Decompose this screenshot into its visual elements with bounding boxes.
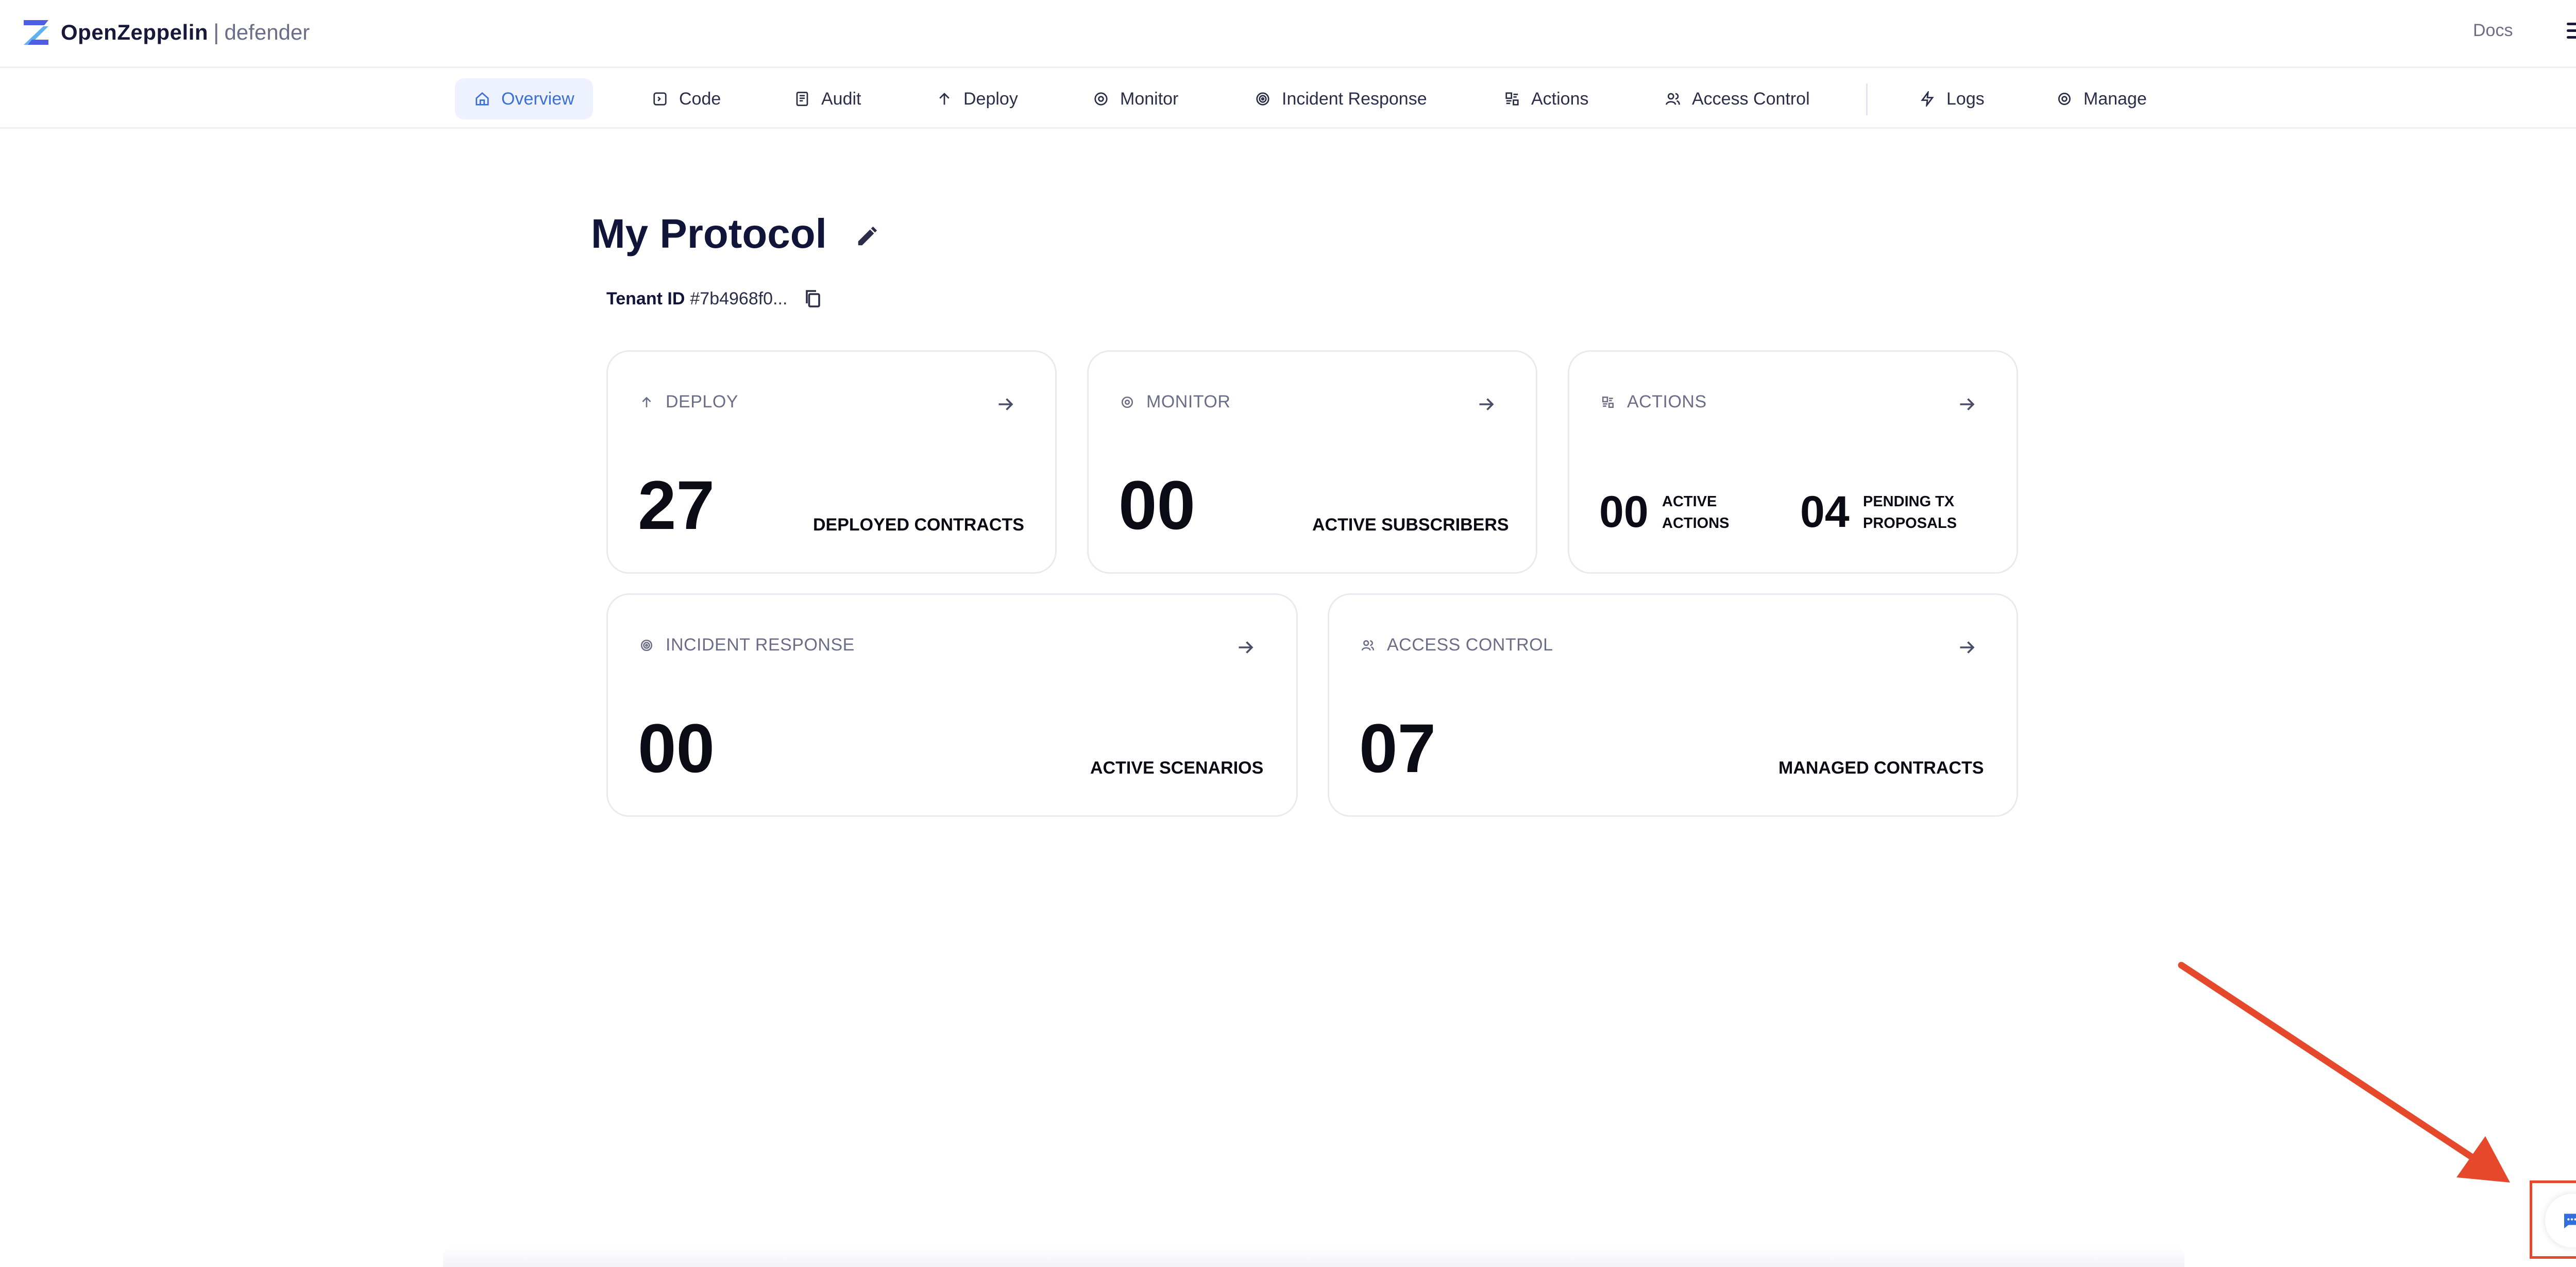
tab-overview[interactable]: Overview bbox=[455, 78, 593, 119]
pending-proposals-label-line2: PROPOSALS bbox=[1863, 515, 1957, 532]
tab-deploy[interactable]: Deploy bbox=[936, 78, 1018, 119]
managed-contracts-label: MANAGED CONTRACTS bbox=[1778, 758, 1984, 778]
top-bar: OpenZeppelin | defender Docs bbox=[0, 0, 2576, 68]
active-scenarios-count: 00 bbox=[638, 710, 715, 787]
docs-link[interactable]: Docs bbox=[2473, 21, 2513, 41]
card-title: ACCESS CONTROL bbox=[1387, 635, 1553, 655]
active-actions-label-line1: ACTIVE bbox=[1662, 493, 1717, 510]
target-icon bbox=[1254, 90, 1272, 108]
actions-icon bbox=[1503, 90, 1521, 108]
brand[interactable]: OpenZeppelin | defender bbox=[22, 14, 310, 50]
tenant-id-label: Tenant ID bbox=[606, 288, 685, 309]
main-nav: Overview Code Audit Deploy Monitor Incid… bbox=[0, 68, 2576, 129]
brand-name: OpenZeppelin bbox=[61, 20, 209, 44]
actions-icon bbox=[1600, 395, 1616, 410]
arrow-up-icon bbox=[936, 90, 953, 108]
actions-card[interactable]: ACTIONS 00 ACTIVE ACTIONS 04 PENDING TX … bbox=[1568, 350, 2018, 574]
incident-response-card[interactable]: INCIDENT RESPONSE 00 ACTIVE SCENARIOS bbox=[606, 593, 1298, 817]
page-title: My Protocol bbox=[591, 211, 827, 256]
tab-label: Overview bbox=[501, 89, 574, 109]
chat-icon bbox=[2564, 1213, 2576, 1228]
arrow-right-icon[interactable] bbox=[1476, 395, 1497, 414]
audit-icon bbox=[793, 90, 811, 108]
nav-divider bbox=[1866, 83, 1868, 115]
card-title: INCIDENT RESPONSE bbox=[666, 635, 855, 655]
managed-contracts-count: 07 bbox=[1359, 710, 1436, 787]
deployed-contracts-label: DEPLOYED CONTRACTS bbox=[813, 515, 1024, 535]
openzeppelin-logo-icon bbox=[24, 20, 48, 45]
active-actions-count: 00 bbox=[1599, 487, 1649, 537]
tab-access-control[interactable]: Access Control bbox=[1664, 78, 1810, 119]
annotation-arrow-icon bbox=[2178, 962, 2510, 1183]
active-subscribers-label: ACTIVE SUBSCRIBERS bbox=[1312, 515, 1509, 535]
access-control-card[interactable]: ACCESS CONTROL 07 MANAGED CONTRACTS bbox=[1328, 593, 2018, 817]
arrow-right-icon[interactable] bbox=[1235, 638, 1256, 657]
hamburger-menu-icon[interactable] bbox=[2567, 23, 2576, 40]
tab-manage[interactable]: Manage bbox=[2056, 78, 2147, 119]
card-title: ACTIONS bbox=[1627, 392, 1707, 412]
copy-icon[interactable] bbox=[804, 288, 822, 309]
tab-label: Actions bbox=[1531, 89, 1589, 109]
card-title: DEPLOY bbox=[666, 392, 738, 412]
card-header: MONITOR bbox=[1120, 392, 1230, 412]
eye-icon bbox=[1092, 90, 1110, 108]
monitor-card[interactable]: MONITOR 00 ACTIVE SUBSCRIBERS bbox=[1087, 350, 1537, 574]
tab-audit[interactable]: Audit bbox=[793, 78, 861, 119]
arrow-up-icon bbox=[639, 395, 654, 410]
eye-icon bbox=[1120, 395, 1135, 410]
card-header: ACTIONS bbox=[1600, 392, 1707, 412]
tab-label: Access Control bbox=[1692, 89, 1810, 109]
active-scenarios-label: ACTIVE SCENARIOS bbox=[1090, 758, 1264, 778]
lightning-icon bbox=[1919, 90, 1936, 108]
card-title: MONITOR bbox=[1146, 392, 1231, 412]
card-header: ACCESS CONTROL bbox=[1360, 635, 1553, 655]
active-actions-label: ACTIVE ACTIONS bbox=[1662, 491, 1765, 534]
active-actions-label-line2: ACTIONS bbox=[1662, 515, 1730, 532]
tab-label: Logs bbox=[1946, 89, 1985, 109]
tab-label: Deploy bbox=[963, 89, 1018, 109]
target-icon bbox=[639, 638, 654, 653]
tab-incident-response[interactable]: Incident Response bbox=[1254, 78, 1427, 119]
tab-label: Monitor bbox=[1120, 89, 1179, 109]
brand-product: defender bbox=[224, 20, 310, 44]
users-icon bbox=[1360, 638, 1376, 653]
tab-label: Audit bbox=[821, 89, 861, 109]
tab-label: Code bbox=[679, 89, 721, 109]
arrow-right-icon[interactable] bbox=[1957, 395, 1977, 414]
pending-proposals-label-line1: PENDING TX bbox=[1863, 493, 1955, 510]
active-subscribers-count: 00 bbox=[1118, 467, 1196, 544]
tab-monitor[interactable]: Monitor bbox=[1092, 78, 1178, 119]
tab-label: Manage bbox=[2083, 89, 2147, 109]
pending-proposals-label: PENDING TX PROPOSALS bbox=[1863, 491, 1966, 534]
edit-pencil-icon[interactable] bbox=[855, 225, 879, 248]
deployed-contracts-count: 27 bbox=[638, 467, 715, 544]
tab-code[interactable]: Code bbox=[651, 78, 721, 119]
code-icon bbox=[651, 90, 669, 108]
tab-actions[interactable]: Actions bbox=[1503, 78, 1589, 119]
users-icon bbox=[1664, 90, 1682, 108]
gear-icon bbox=[2056, 90, 2073, 108]
brand-separator: | bbox=[213, 20, 219, 45]
pending-proposals-count: 04 bbox=[1800, 487, 1850, 537]
arrow-right-icon[interactable] bbox=[1957, 638, 1977, 657]
card-header: INCIDENT RESPONSE bbox=[639, 635, 855, 655]
card-header: DEPLOY bbox=[639, 392, 738, 412]
home-icon bbox=[473, 90, 491, 108]
arrow-right-icon[interactable] bbox=[995, 395, 1016, 414]
tenant-id: Tenant ID #7b4968f0... bbox=[606, 288, 822, 309]
tenant-id-value: #7b4968f0... bbox=[690, 288, 788, 309]
bottom-panel-shadow bbox=[443, 1246, 2184, 1267]
deploy-card[interactable]: DEPLOY 27 DEPLOYED CONTRACTS bbox=[606, 350, 1057, 574]
tab-logs[interactable]: Logs bbox=[1919, 78, 1985, 119]
tab-label: Incident Response bbox=[1282, 89, 1427, 109]
